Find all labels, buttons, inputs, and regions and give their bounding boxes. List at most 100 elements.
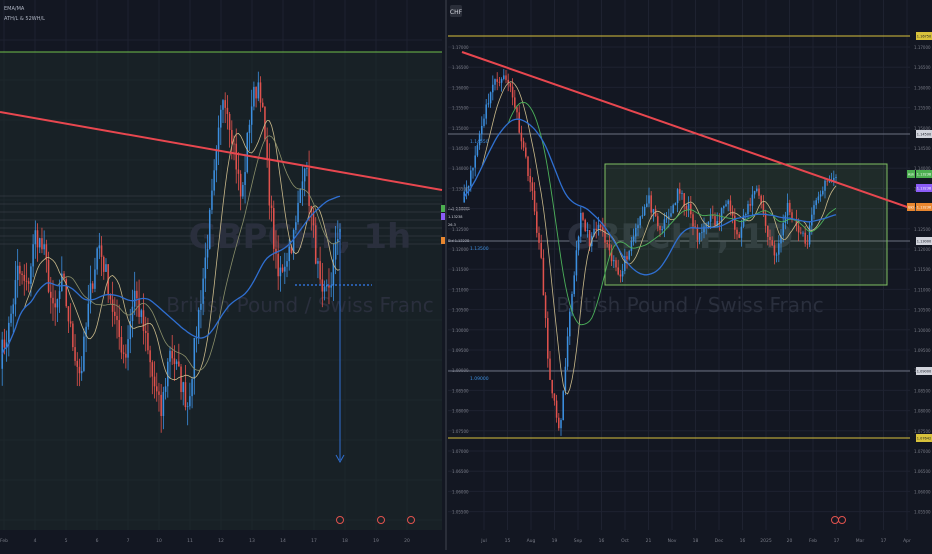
right-candle: [786, 202, 789, 216]
left-candle: [25, 280, 28, 282]
left-candle: [36, 230, 39, 248]
right-candle: [505, 75, 507, 80]
right-candle: [714, 216, 716, 226]
right-candle: [661, 228, 663, 231]
y-tick-label: 1.12500: [452, 227, 469, 232]
left-legend-2[interactable]: ATH/L & 52WH/L: [4, 16, 45, 22]
right-candle: [670, 213, 672, 217]
x-tick-label: 4: [34, 538, 37, 544]
y-tick-label: 1.10500: [452, 308, 469, 313]
left-candle: [211, 190, 213, 210]
right-candle: [789, 202, 791, 213]
left-candle: [76, 360, 79, 367]
x-tick-label: Apr: [903, 538, 911, 544]
left-candle: [3, 339, 6, 348]
left-candle: [155, 386, 158, 392]
right-candle: [511, 86, 514, 98]
right-candle: [751, 194, 754, 206]
left-candle: [197, 309, 200, 338]
right-candle: [692, 214, 694, 227]
left-candle: [100, 245, 103, 257]
right-candle: [637, 225, 639, 229]
y-tick-label: 1.11500: [914, 267, 931, 272]
x-tick-label: 17: [881, 538, 887, 544]
right-candle: [478, 134, 481, 146]
left-candle: [127, 339, 129, 358]
right-candle: [784, 215, 787, 223]
x-tick-label: 20: [404, 538, 410, 544]
x-tick-label: 10: [156, 538, 162, 544]
right-candle: [503, 75, 505, 79]
left-candle: [138, 298, 140, 317]
y-tick-label: 1.11500: [452, 267, 469, 272]
left-candle: [147, 333, 149, 351]
y-tick-label: 1.05500: [452, 510, 469, 515]
price-tag-value: 1.13236: [917, 206, 931, 210]
left-candle: [259, 82, 262, 103]
right-candle: [595, 228, 597, 231]
left-candle: [321, 279, 324, 292]
left-candle: [111, 299, 114, 312]
left-legend-1[interactable]: EMA/MA: [4, 6, 25, 12]
left-candle: [153, 376, 156, 387]
y-tick-label: 1.17000: [914, 45, 931, 50]
left-candle: [69, 321, 72, 324]
right-candle: [685, 206, 688, 210]
y-tick-label: 1.06000: [914, 489, 931, 494]
left-candle: [235, 143, 238, 170]
right-candle: [753, 190, 756, 195]
right-candle: [619, 274, 622, 277]
right-candle: [582, 212, 584, 220]
left-candle: [144, 330, 147, 334]
left-candle: [257, 82, 260, 99]
right-candle: [826, 180, 828, 182]
right-candle: [802, 232, 804, 234]
left-candle: [30, 266, 32, 284]
right-candle: [481, 125, 483, 135]
left-candle: [178, 361, 180, 367]
left-candle: [337, 239, 339, 242]
x-tick-label: 19: [552, 538, 558, 544]
left-candle: [72, 323, 74, 348]
left-candle: [182, 382, 185, 393]
range-box[interactable]: [604, 163, 888, 286]
left-candle: [116, 315, 118, 321]
left-watermark-name: British Pound / Swiss Franc: [166, 293, 433, 317]
right-candle: [470, 170, 472, 186]
left-candle: [102, 256, 105, 272]
right-candle: [723, 206, 725, 209]
right-candle: [824, 180, 826, 191]
left-panel[interactable]: GBPCHF, 1h British Pound / Swiss Franc E…: [0, 0, 470, 544]
right-candle: [485, 104, 487, 119]
currency-badge-text: CHF: [450, 9, 463, 16]
right-candle: [773, 245, 776, 256]
x-tick-label: 20: [787, 538, 793, 544]
x-tick-label: Jul: [480, 538, 486, 544]
right-candle: [566, 336, 569, 367]
left-candle: [224, 100, 226, 108]
right-candle: [474, 155, 476, 168]
left-candle: [308, 168, 310, 206]
left-candle: [213, 170, 215, 191]
price-tag-value: 1.13238: [917, 187, 931, 191]
left-candle: [158, 391, 160, 395]
left-candle: [292, 229, 295, 254]
y-tick-label: 1.14500: [452, 146, 469, 151]
left-candle: [50, 291, 52, 298]
right-candle: [509, 83, 512, 87]
y-tick-label: 1.06500: [452, 469, 469, 474]
y-tick-label: 1.09000: [452, 368, 469, 373]
left-candle: [239, 173, 242, 197]
right-candle: [720, 208, 723, 222]
y-tick-label: 1.16500: [914, 65, 931, 70]
right-candle: [608, 243, 611, 251]
right-candle: [577, 236, 580, 251]
right-candle: [641, 215, 644, 217]
right-candle: [756, 188, 758, 191]
right-candle: [782, 222, 784, 236]
left-candle: [281, 267, 284, 272]
y-tick-label: 1.05500: [914, 510, 931, 515]
charts-canvas[interactable]: GBPCHF, 1h British Pound / Swiss Franc E…: [0, 0, 932, 550]
right-candle: [648, 195, 650, 204]
y-tick-label: 1.10000: [452, 328, 469, 333]
